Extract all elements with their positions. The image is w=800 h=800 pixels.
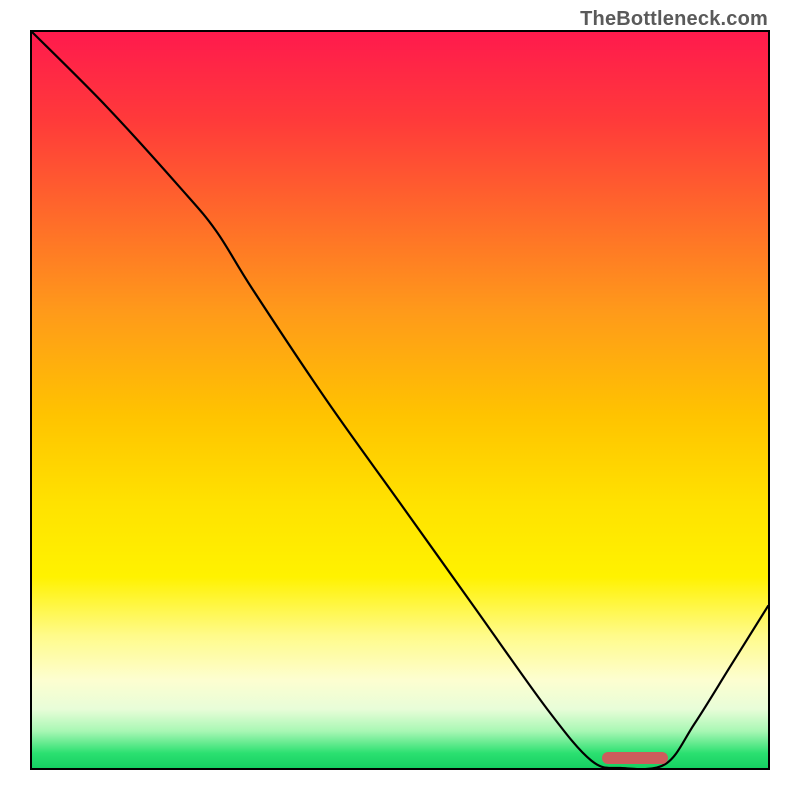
bottleneck-curve (32, 32, 768, 768)
chart-plot-area (30, 30, 770, 770)
optimal-range-marker (602, 752, 669, 764)
watermark-text: TheBottleneck.com (580, 8, 768, 31)
